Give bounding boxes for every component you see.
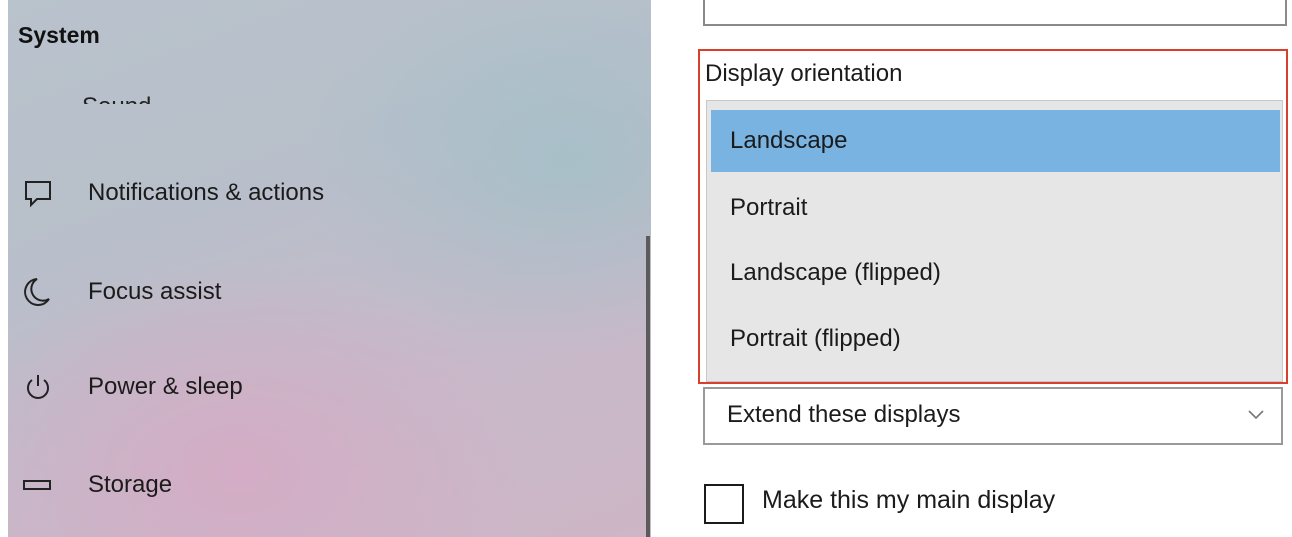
sidebar-item-label: Power & sleep <box>88 373 243 400</box>
orientation-option-portrait-flipped[interactable]: Portrait (flipped) <box>711 308 1280 370</box>
sidebar-item-label: Storage <box>88 471 173 498</box>
orientation-option-portrait[interactable]: Portrait <box>711 177 1280 239</box>
settings-sidebar: System ·· Sound Notifications & actions … <box>8 0 651 537</box>
notifications-icon <box>20 175 56 211</box>
sidebar-title: System <box>18 22 100 48</box>
orientation-option-landscape-flipped[interactable]: Landscape (flipped) <box>711 242 1280 304</box>
option-label: Landscape (flipped) <box>730 259 941 286</box>
orientation-option-landscape[interactable]: Landscape <box>711 110 1280 172</box>
moon-icon <box>20 274 56 310</box>
sidebar-item-notifications[interactable]: Notifications & actions <box>8 163 608 223</box>
previous-setting-box[interactable] <box>703 0 1287 26</box>
option-label: Portrait (flipped) <box>730 325 901 352</box>
option-label: Landscape <box>730 127 848 154</box>
sidebar-item-power-sleep[interactable]: Power & sleep <box>8 357 608 417</box>
multiple-displays-select[interactable]: Extend these displays <box>703 387 1283 445</box>
chevron-down-icon <box>1247 408 1265 422</box>
multiple-displays-value: Extend these displays <box>727 401 961 428</box>
sidebar-item-label: Notifications & actions <box>88 179 325 206</box>
main-display-checkbox[interactable] <box>704 484 744 524</box>
power-icon <box>20 369 56 405</box>
option-label: Portrait <box>730 194 808 221</box>
sidebar-item-label: Focus assist <box>88 278 222 305</box>
sidebar-item-storage[interactable]: Storage <box>8 455 608 515</box>
orientation-dropdown-list[interactable]: Landscape Portrait Landscape (flipped) P… <box>706 100 1283 382</box>
sidebar-item-focus-assist[interactable]: Focus assist <box>8 262 608 322</box>
display-orientation-label: Display orientation <box>705 60 903 87</box>
sidebar-scrollbar[interactable] <box>646 236 650 537</box>
sidebar-item-sound[interactable]: ·· Sound <box>18 78 318 104</box>
sidebar-item-label: Sound <box>82 93 151 104</box>
main-display-checkbox-label: Make this my main display <box>762 486 1056 514</box>
sound-icon: ·· <box>24 95 43 104</box>
storage-icon <box>20 467 56 503</box>
